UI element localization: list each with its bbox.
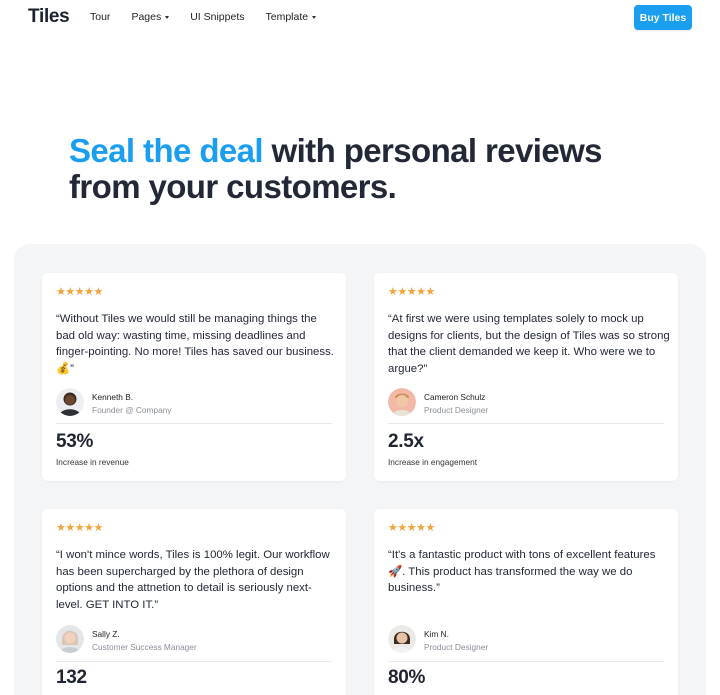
divider [388,423,664,424]
divider [388,661,664,662]
nav-link-label: Template [265,11,309,23]
nav-link-pages[interactable]: Pages [131,11,170,23]
author-role: Product Designer [424,405,489,415]
review-card: ★★★★★ “At first we were using templates … [374,273,678,481]
nav-link-label: Tour [90,11,111,23]
hero-heading: Seal the deal with personal reviews from… [69,133,669,205]
nav-link-tour[interactable]: Tour [90,11,110,23]
star-rating: ★★★★★ [388,522,435,534]
top-nav: Tiles Tour Pages UI Snippets Template Bu… [0,0,720,36]
author-name: Sally Z. [92,629,120,639]
nav-link-label: Pages [131,11,162,23]
stat-value: 53% [56,431,94,452]
author-name: Kenneth B. [92,392,134,402]
review-quote: “At first we were using templates solely… [388,313,670,375]
review-card: ★★★★★ “Without Tiles we would still be m… [42,273,346,481]
nav-links: Tour Pages UI Snippets Template [90,11,337,23]
author-role: Customer Success Manager [92,642,197,652]
review-quote: “Without Tiles we would still be managin… [56,313,334,375]
nav-link-label: UI Snippets [190,11,245,23]
review-author: Cameron Schulz Product Designer [388,388,663,424]
stat-value: 2.5x [388,431,424,452]
divider [56,661,332,662]
star-rating: ★★★★★ [56,286,103,298]
review-author: Kenneth B. Founder @ Company [56,388,331,424]
author-role: Founder @ Company [92,405,172,415]
caret-down-icon [165,16,170,19]
stat-label: Increase in engagement [388,457,478,467]
avatar [56,388,84,416]
review-quote: “It's a fantastic product with tons of e… [388,549,656,594]
review-card: ★★★★★ “I won't mince words, Tiles is 100… [42,509,346,695]
logo[interactable]: Tiles [28,6,70,28]
stat-value: 80% [388,667,426,688]
review-author: Sally Z. Customer Success Manager [56,625,331,661]
review-card: ★★★★★ “It's a fantastic product with ton… [374,509,678,695]
avatar [388,388,416,416]
author-name: Cameron Schulz [424,392,486,402]
author-name: Kim N. [424,629,449,639]
nav-link-template[interactable]: Template [266,11,317,23]
review-author: Kim N. Product Designer [388,625,663,661]
avatar [388,625,416,653]
buy-button[interactable]: Buy Tiles [634,5,692,30]
hero-accent: Seal the deal [69,132,264,169]
author-role: Product Designer [424,642,489,652]
review-quote: “I won't mince words, Tiles is 100% legi… [56,549,330,611]
avatar [56,625,84,653]
nav-link-ui-snippets[interactable]: UI Snippets [190,11,244,23]
star-rating: ★★★★★ [56,522,103,534]
caret-down-icon [312,16,317,19]
star-rating: ★★★★★ [388,286,435,298]
stat-value: 132 [56,667,87,688]
stat-label: Increase in revenue [56,457,129,467]
divider [56,423,332,424]
